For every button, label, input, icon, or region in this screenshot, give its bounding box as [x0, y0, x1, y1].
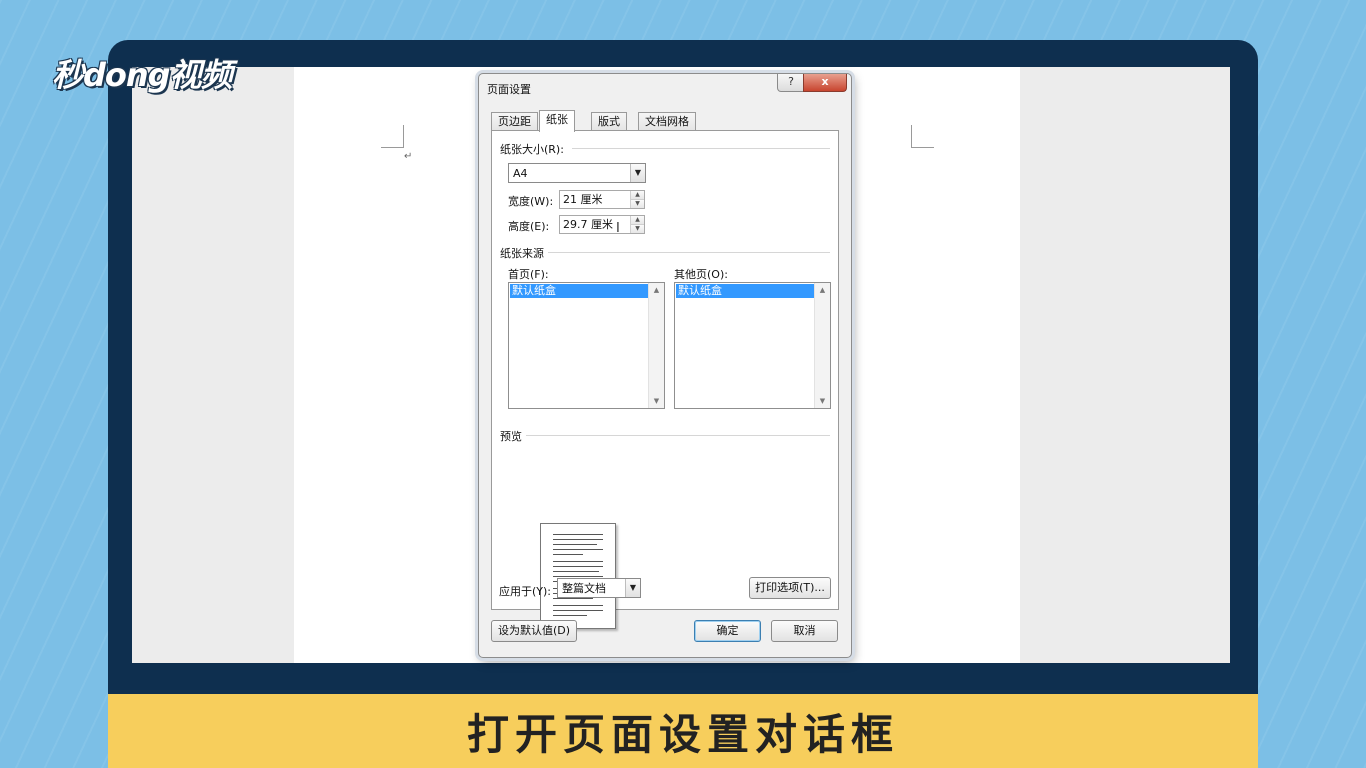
preview-line [553, 615, 587, 616]
apply-to-value: 整篇文档 [562, 582, 606, 595]
group-divider [572, 148, 830, 149]
group-divider [526, 435, 830, 436]
paper-size-group-label: 纸张大小(R): [500, 143, 564, 156]
scroll-down-icon[interactable]: ▼ [815, 394, 830, 408]
dialog-titlebar[interactable]: 页面设置 ? x [479, 74, 851, 100]
tab-document-grid[interactable]: 文档网格 [638, 112, 696, 131]
tab-margins[interactable]: 页边距 [491, 112, 538, 131]
first-page-tray-list[interactable]: 默认纸盒 ▲ ▼ [508, 282, 665, 409]
apply-to-select[interactable]: 整篇文档 ▼ [557, 578, 641, 598]
preview-line [553, 576, 603, 577]
ok-button[interactable]: 确定 [694, 620, 761, 642]
spin-down-icon[interactable]: ▼ [631, 200, 644, 208]
paragraph-mark: ↵ [404, 151, 413, 162]
preview-group-label: 预览 [500, 430, 522, 443]
scrollbar[interactable]: ▲ ▼ [648, 283, 664, 408]
other-pages-tray-list[interactable]: 默认纸盒 ▲ ▼ [674, 282, 831, 409]
subtitle-bar: 打开页面设置对话框 [108, 694, 1258, 768]
width-label: 宽度(W): [508, 195, 554, 208]
preview-line [553, 610, 603, 611]
scroll-down-icon[interactable]: ▼ [649, 394, 664, 408]
spin-up-icon[interactable]: ▲ [631, 216, 644, 225]
print-options-button[interactable]: 打印选项(T)... [749, 577, 831, 599]
video-logo: 秒dong视频 [52, 56, 233, 94]
first-page-label: 首页(F): [508, 268, 549, 281]
chevron-down-icon[interactable]: ▼ [625, 579, 640, 597]
height-spinner[interactable]: 29.7 厘米 ▲ ▼ [559, 215, 645, 234]
preview-line [553, 544, 597, 545]
chevron-down-icon[interactable]: ▼ [630, 164, 645, 182]
tab-paper[interactable]: 纸张 [539, 110, 575, 132]
group-divider [548, 252, 830, 253]
preview-line [553, 534, 603, 535]
margin-corner-top-right [911, 125, 934, 148]
preview-line [553, 605, 603, 606]
list-item[interactable]: 默认纸盒 [676, 284, 814, 298]
preview-line [553, 539, 603, 540]
paper-size-select[interactable]: A4 ▼ [508, 163, 646, 183]
height-label: 高度(E): [508, 220, 550, 233]
paper-source-group-label: 纸张来源 [500, 247, 544, 260]
preview-line [553, 566, 603, 567]
preview-line [553, 571, 599, 572]
preview-line [553, 561, 603, 562]
subtitle-text: 打开页面设置对话框 [466, 709, 899, 759]
spin-down-icon[interactable]: ▼ [631, 225, 644, 233]
paper-tab-panel: 纸张大小(R): A4 ▼ 宽度(W): 21 厘米 ▲ ▼ 高度(E): 29… [491, 130, 839, 629]
set-as-default-button[interactable]: 设为默认值(D) [491, 620, 577, 642]
height-value: 29.7 厘米 [563, 218, 613, 231]
apply-to-label: 应用于(Y): [499, 585, 552, 598]
preview-line [553, 549, 603, 550]
scrollbar[interactable]: ▲ ▼ [814, 283, 830, 408]
text-cursor-icon: I [616, 221, 620, 236]
scroll-up-icon[interactable]: ▲ [815, 283, 830, 297]
dialog-title: 页面设置 [487, 83, 531, 96]
height-spin-buttons: ▲ ▼ [630, 216, 644, 233]
close-button[interactable]: x [803, 74, 847, 92]
tab-layout[interactable]: 版式 [591, 112, 627, 131]
preview-line [553, 554, 583, 555]
other-pages-label: 其他页(O): [674, 268, 728, 281]
page-preview-thumbnail [540, 523, 616, 629]
page-setup-dialog: 页面设置 ? x 页边距 纸张 版式 文档网格 纸张大小(R): A4 ▼ 宽度… [478, 73, 852, 658]
width-spin-buttons: ▲ ▼ [630, 191, 644, 208]
margin-corner-top-left [381, 125, 404, 148]
cancel-button[interactable]: 取消 [771, 620, 838, 642]
width-value: 21 厘米 [563, 193, 603, 206]
scroll-up-icon[interactable]: ▲ [649, 283, 664, 297]
list-item[interactable]: 默认纸盒 [510, 284, 648, 298]
paper-size-value: A4 [513, 167, 528, 180]
spin-up-icon[interactable]: ▲ [631, 191, 644, 200]
width-spinner[interactable]: 21 厘米 ▲ ▼ [559, 190, 645, 209]
help-button[interactable]: ? [777, 74, 805, 92]
